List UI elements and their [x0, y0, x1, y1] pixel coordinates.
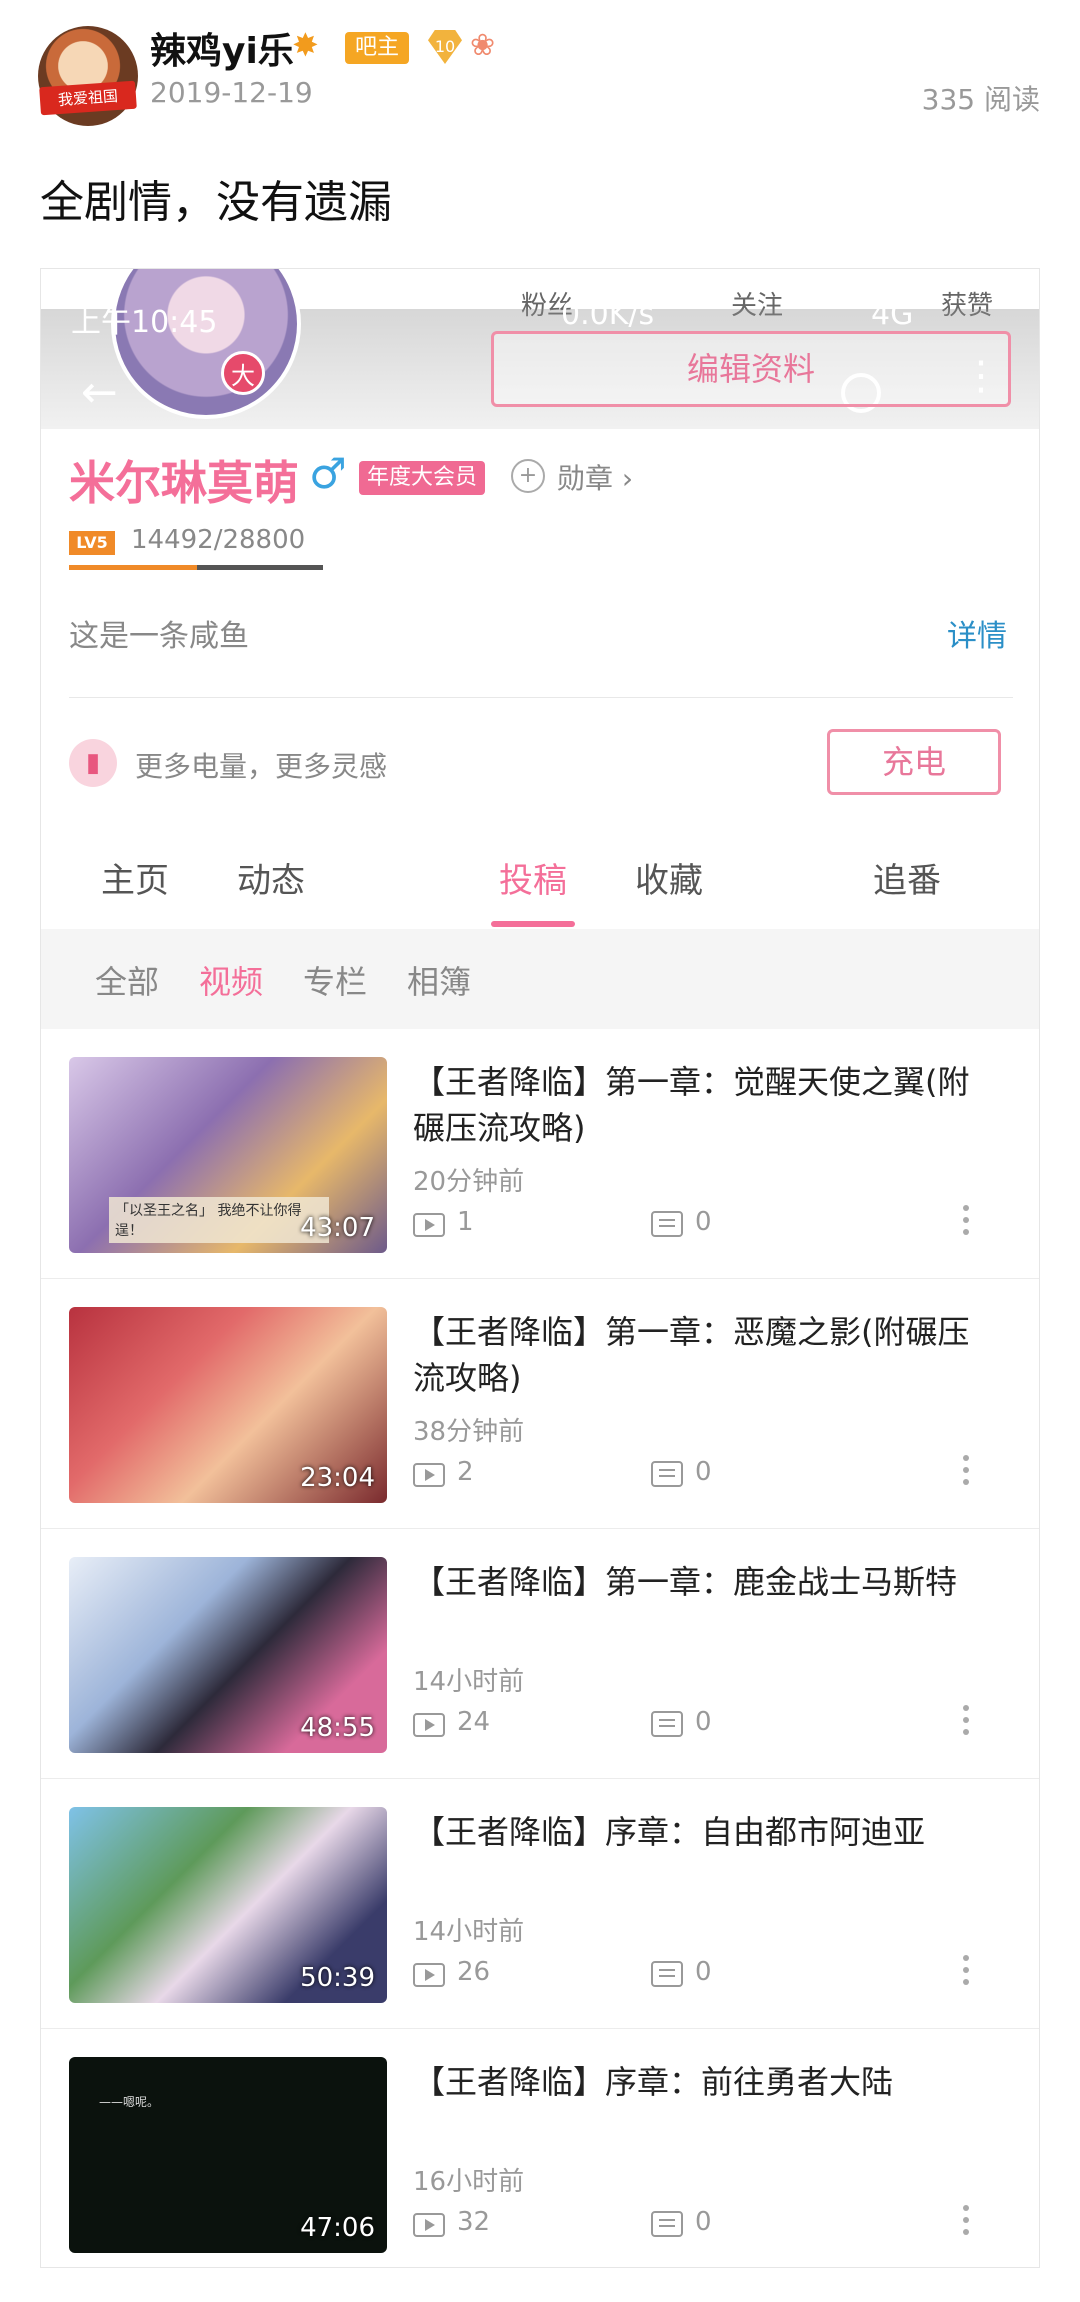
video-time: 14小时前 — [413, 1667, 525, 1697]
video-thumbnail[interactable]: 50:39 — [69, 1807, 387, 2003]
profile-top: 粉丝 关注 获赞 大 上午10:45 0.0K/s 4G ← ⋮ 编辑资料 — [41, 269, 1039, 449]
burst-icon: ✸ — [292, 26, 319, 64]
more-options-icon[interactable] — [963, 2205, 971, 2245]
video-duration: 47:06 — [300, 2213, 375, 2243]
video-title[interactable]: 【王者降临】序章：前往勇者大陆 — [413, 2059, 993, 2105]
vip-badge: 大 — [221, 351, 265, 395]
play-count: 32 — [457, 2207, 491, 2237]
danmaku-icon — [651, 2211, 683, 2237]
video-title[interactable]: 【王者降临】第一章：觉醒天使之翼(附碾压流攻略) — [413, 1059, 993, 1151]
video-title[interactable]: 【王者降临】第一章：鹿金战士马斯特 — [413, 1559, 993, 1605]
subtab-all[interactable]: 全部 — [95, 957, 159, 1003]
video-thumbnail[interactable]: 23:04 — [69, 1307, 387, 1503]
post-date: 2019-12-19 — [150, 76, 313, 109]
exp-progress-fill — [69, 565, 197, 570]
level-badge: LV5 — [69, 531, 115, 555]
active-tab-indicator — [491, 921, 575, 927]
danmaku-count: 0 — [695, 1957, 712, 1987]
play-count-icon — [413, 1713, 445, 1737]
annual-vip-badge[interactable]: 年度大会员 — [359, 461, 486, 495]
thumbnail-caption: 「以圣王之名」 我绝不让你得逞！ — [109, 1197, 329, 1243]
status-network: 0.0K/s — [561, 297, 655, 332]
video-time: 14小时前 — [413, 1917, 525, 1947]
video-item[interactable]: 50:39 【王者降临】序章：自由都市阿迪亚 14小时前 26 0 — [41, 1779, 1039, 2029]
play-count-icon — [413, 1963, 445, 1987]
video-title[interactable]: 【王者降临】第一章：恶魔之影(附碾压流攻略) — [413, 1309, 993, 1401]
exp-progress-bar — [69, 565, 323, 570]
play-count-icon — [413, 1213, 445, 1237]
play-count: 1 — [457, 1207, 474, 1237]
video-item[interactable]: 「以圣王之名」 我绝不让你得逞！ 43:07 【王者降临】第一章：觉醒天使之翼(… — [41, 1029, 1039, 1279]
embedded-screenshot: 粉丝 关注 获赞 大 上午10:45 0.0K/s 4G ← ⋮ 编辑资料 米尔… — [40, 268, 1040, 2268]
danmaku-icon — [651, 1461, 683, 1487]
play-count-icon — [413, 2213, 445, 2237]
male-gender-icon: ♂ — [309, 449, 347, 498]
medal-link[interactable]: 勋章 › — [557, 457, 633, 497]
tab-bangumi[interactable]: 追番 — [827, 853, 987, 902]
post-text: 全剧情，没有遗漏 — [40, 177, 392, 228]
danmaku-icon — [651, 1961, 683, 1987]
more-options-icon[interactable] — [963, 1705, 971, 1745]
video-item[interactable]: 23:04 【王者降临】第一章：恶魔之影(附碾压流攻略) 38分钟前 2 0 — [41, 1279, 1039, 1529]
more-options-icon[interactable] — [963, 1205, 971, 1245]
upload-subtabs: 全部 视频 专栏 相簿 — [41, 929, 1039, 1029]
video-time: 16小时前 — [413, 2167, 525, 2197]
divider — [69, 697, 1013, 698]
video-item[interactable]: 48:55 【王者降临】第一章：鹿金战士马斯特 14小时前 24 0 — [41, 1529, 1039, 1779]
subtab-video[interactable]: 视频 — [199, 957, 263, 1003]
play-count-icon — [413, 1463, 445, 1487]
play-count: 24 — [457, 1707, 491, 1737]
play-count: 26 — [457, 1957, 491, 1987]
video-thumbnail[interactable]: ——嗯呢。 47:06 — [69, 2057, 387, 2253]
video-duration: 48:55 — [300, 1713, 375, 1743]
moderator-badge: 吧主 — [345, 32, 410, 64]
video-title[interactable]: 【王者降临】序章：自由都市阿迪亚 — [413, 1809, 993, 1855]
tab-dynamics[interactable]: 动态 — [191, 853, 351, 902]
battery-icon: ▮ — [69, 739, 117, 787]
charge-text: 更多电量，更多灵感 — [135, 750, 388, 783]
detail-link[interactable]: 详情 — [947, 611, 1007, 655]
profile-tabs: 主页 动态 投稿 收藏 追番 — [41, 829, 1039, 929]
subtab-column[interactable]: 专栏 — [303, 957, 367, 1003]
profile-bio: 这是一条咸鱼 — [69, 619, 249, 654]
danmaku-icon — [651, 1211, 683, 1237]
status-signal: 4G — [871, 297, 914, 332]
profile-name: 米尔琳莫萌 — [69, 456, 299, 510]
exp-text: 14492/28800 — [131, 525, 306, 555]
username[interactable]: 辣鸡yi乐 — [150, 22, 294, 74]
play-count: 2 — [457, 1457, 474, 1487]
subtab-album[interactable]: 相簿 — [407, 957, 471, 1003]
back-arrow-icon[interactable]: ← — [81, 371, 121, 415]
more-options-icon[interactable] — [963, 1955, 971, 1995]
lung-icon: ❀ — [470, 28, 496, 63]
danmaku-count: 0 — [695, 2207, 712, 2237]
video-duration: 43:07 — [300, 1213, 375, 1243]
video-duration: 50:39 — [300, 1963, 375, 1993]
thumbnail-caption: ——嗯呢。 — [99, 2095, 160, 2109]
level-badge-icon: 10 — [428, 30, 462, 64]
video-thumbnail[interactable]: 「以圣王之名」 我绝不让你得逞！ 43:07 — [69, 1057, 387, 1253]
video-item[interactable]: ——嗯呢。 47:06 【王者降临】序章：前往勇者大陆 16小时前 32 0 — [41, 2029, 1039, 2267]
video-thumbnail[interactable]: 48:55 — [69, 1557, 387, 1753]
post-header: 我爱祖国 辣鸡yi乐 ✸ 吧主 10 ❀ 2019-12-19 335 阅读 — [0, 0, 1080, 140]
danmaku-icon — [651, 1711, 683, 1737]
edit-profile-button[interactable]: 编辑资料 — [491, 331, 1011, 407]
danmaku-count: 0 — [695, 1457, 712, 1487]
more-options-icon[interactable] — [963, 1455, 971, 1495]
medal-plus-icon[interactable]: + — [511, 459, 545, 493]
video-time: 38分钟前 — [413, 1417, 525, 1447]
status-time: 上午10:45 — [71, 305, 218, 340]
video-time: 20分钟前 — [413, 1167, 525, 1197]
danmaku-count: 0 — [695, 1207, 712, 1237]
danmaku-count: 0 — [695, 1707, 712, 1737]
read-count: 335 阅读 — [921, 83, 1040, 116]
tab-favorites[interactable]: 收藏 — [589, 853, 749, 902]
video-duration: 23:04 — [300, 1463, 375, 1493]
charge-button[interactable]: 充电 — [827, 729, 1001, 795]
